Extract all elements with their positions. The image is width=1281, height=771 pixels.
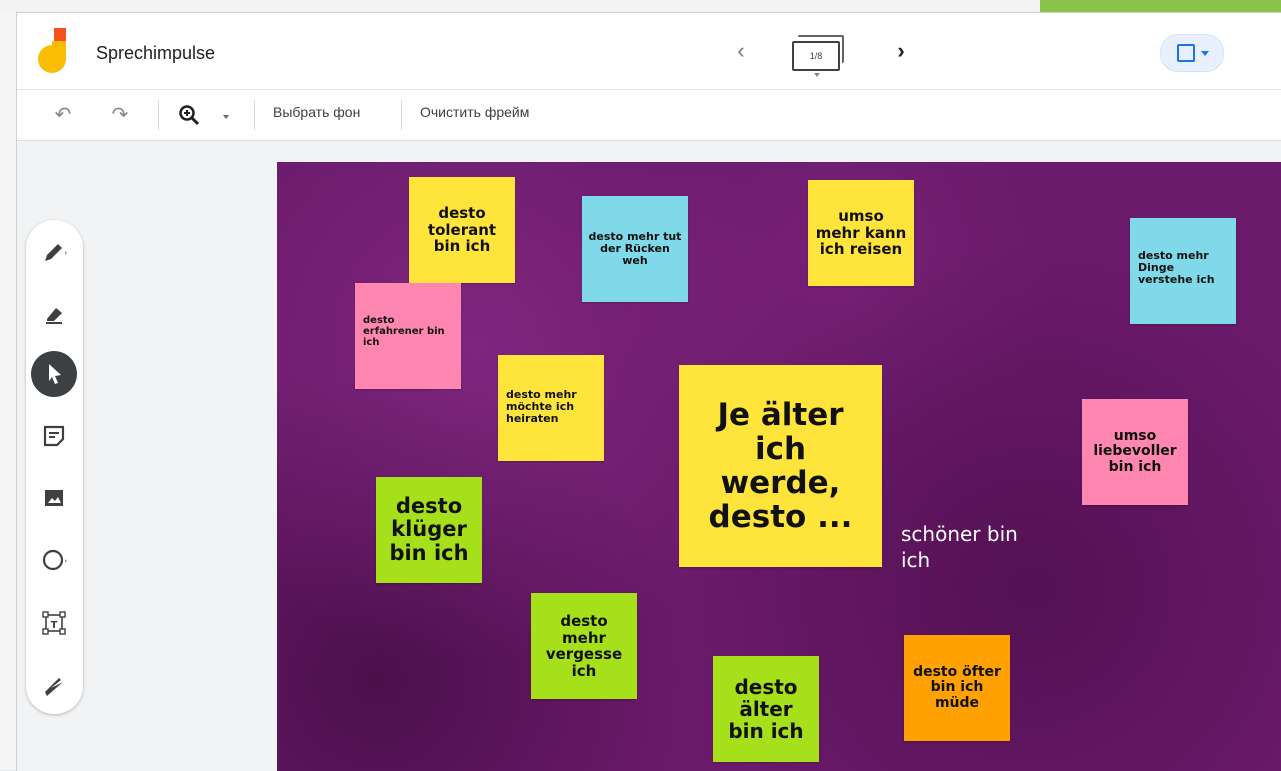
jam-canvas[interactable]: desto tolerant bin ich desto mehr tut de… xyxy=(277,162,1281,771)
sticky-note[interactable]: desto mehr möchte ich heiraten xyxy=(498,355,604,461)
circle-shape-icon[interactable] xyxy=(39,545,69,575)
canvas-text-box[interactable]: schöner bin ich xyxy=(901,521,1051,573)
sticky-note[interactable]: desto älter bin ich xyxy=(713,656,819,762)
desktop-left-strip xyxy=(0,12,16,770)
desktop-green-shape xyxy=(1040,0,1281,12)
image-icon[interactable] xyxy=(39,483,69,513)
svg-text:T: T xyxy=(51,620,58,631)
zoom-in-icon[interactable] xyxy=(177,103,201,127)
sticky-note-main[interactable]: Je älter ich werde, desto ... xyxy=(679,365,882,567)
zoom-dropdown-icon[interactable] xyxy=(223,115,229,119)
sticky-note[interactable]: desto mehr Dinge verstehe ich xyxy=(1130,218,1236,324)
frame-counter: 1/8 xyxy=(792,41,840,71)
pen-icon[interactable] xyxy=(39,237,69,267)
sticky-note[interactable]: desto mehr tut der Rücken weh xyxy=(582,196,688,302)
clear-frame-button[interactable]: Очистить фрейм xyxy=(420,104,529,120)
redo-icon[interactable]: ↷ xyxy=(108,103,132,127)
jamboard-window: Sprechimpulse ‹ 1/8 › ⋮ ↶ ↷ Выбрать фон … xyxy=(16,12,1281,771)
undo-icon[interactable]: ↶ xyxy=(51,103,75,127)
toolbar-divider xyxy=(401,100,402,130)
title-bar: Sprechimpulse ‹ 1/8 › ⋮ xyxy=(17,13,1281,90)
chevron-down-icon xyxy=(1201,51,1209,56)
sticky-note-icon[interactable] xyxy=(39,421,69,451)
sticky-note[interactable]: desto mehr vergesse ich xyxy=(531,593,637,699)
sticky-note[interactable]: desto erfahrener bin ich xyxy=(355,283,461,389)
laser-icon[interactable] xyxy=(39,670,69,700)
set-background-button[interactable]: Выбрать фон xyxy=(273,104,360,120)
next-frame-button[interactable]: › xyxy=(891,39,911,63)
sticky-note[interactable]: desto tolerant bin ich xyxy=(409,177,515,283)
sticky-note[interactable]: umso mehr kann ich reisen xyxy=(808,180,914,286)
share-button[interactable] xyxy=(1160,34,1224,72)
sticky-note[interactable]: desto öfter bin ich müde xyxy=(904,635,1010,741)
toolbar-divider xyxy=(254,100,255,130)
toolbar: ↶ ↷ Выбрать фон Очистить фрейм xyxy=(17,90,1281,141)
sticky-note[interactable]: umso liebevoller bin ich xyxy=(1082,399,1188,505)
previous-frame-button[interactable]: ‹ xyxy=(731,39,751,63)
jamboard-logo-icon xyxy=(38,28,66,73)
board-title[interactable]: Sprechimpulse xyxy=(96,43,215,64)
text-box-icon[interactable]: T xyxy=(39,608,69,638)
toolbar-divider xyxy=(158,100,159,130)
select-arrow-icon xyxy=(49,364,61,384)
upload-icon xyxy=(1177,44,1195,62)
sticky-note[interactable]: desto klüger bin ich xyxy=(376,477,482,583)
select-tool-button[interactable] xyxy=(31,351,77,397)
tool-palette: T xyxy=(26,220,83,714)
chevron-down-icon xyxy=(814,73,820,77)
eraser-icon[interactable] xyxy=(39,299,69,329)
frame-indicator-button[interactable]: 1/8 xyxy=(790,35,848,79)
